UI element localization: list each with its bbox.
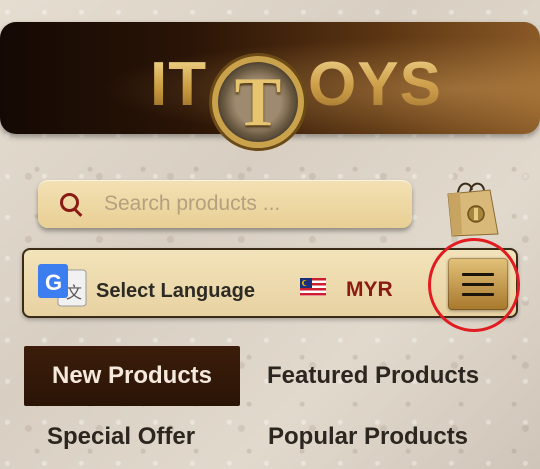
currency-selector[interactable]: MYR <box>346 278 393 302</box>
hamburger-menu-button[interactable] <box>448 258 508 310</box>
tab-label: New Products <box>51 362 213 389</box>
hamburger-menu-icon <box>462 273 494 276</box>
search-bar[interactable] <box>38 180 412 228</box>
select-language-label[interactable]: Select Language <box>96 280 255 303</box>
logo-text-left: IT <box>150 50 208 119</box>
search-icon[interactable] <box>60 193 82 215</box>
search-input[interactable] <box>102 191 406 217</box>
tab-special-offer[interactable]: Special Offer <box>47 423 195 451</box>
google-translate-icon[interactable]: 文 G <box>36 262 88 310</box>
tab-popular-products[interactable]: Popular Products <box>268 423 468 451</box>
logo-banner[interactable]: IT T OYS <box>0 22 540 148</box>
malaysia-flag-icon[interactable] <box>300 278 326 296</box>
tab-featured-products[interactable]: Featured Products <box>267 362 479 390</box>
toolbar: 文 G Select Language MYR <box>22 248 518 318</box>
hamburger-menu-icon <box>462 283 494 286</box>
shopping-bag-icon[interactable] <box>440 176 504 238</box>
logo-text-right: OYS <box>308 50 442 119</box>
tab-new-products[interactable]: New Products <box>24 346 240 406</box>
hamburger-menu-icon <box>462 293 494 296</box>
svg-text:文: 文 <box>66 283 82 302</box>
svg-text:G: G <box>45 270 62 295</box>
logo-coin-letter: T <box>234 64 282 141</box>
logo-coin-emblem: T <box>212 56 304 148</box>
